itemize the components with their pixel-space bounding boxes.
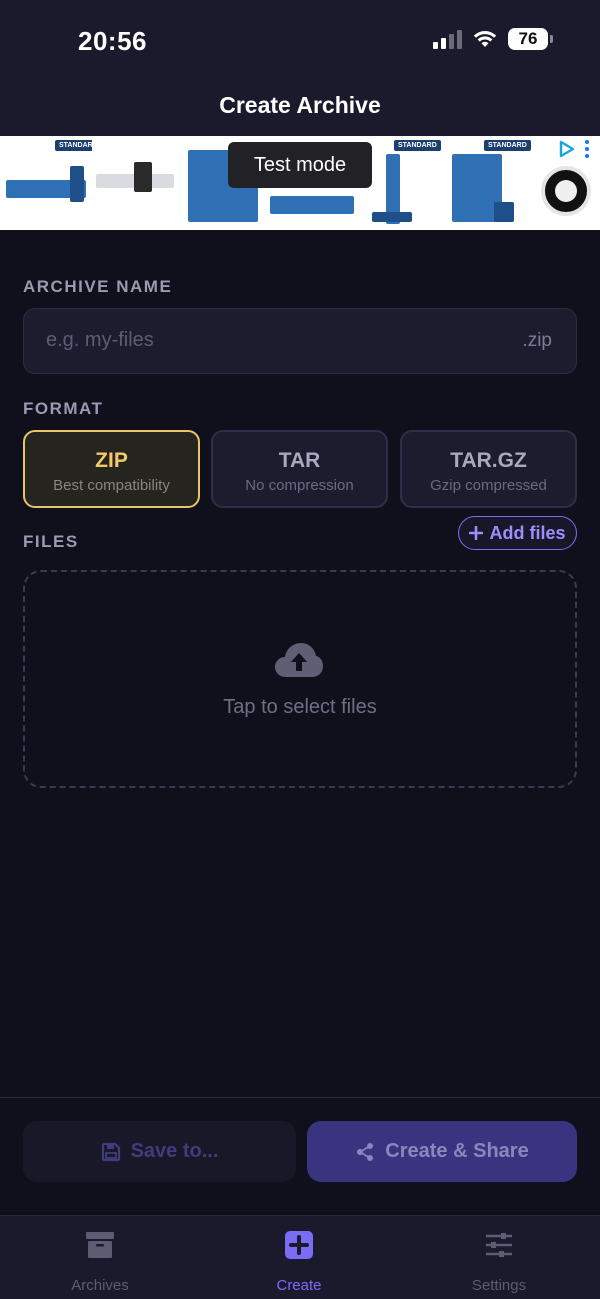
ad-tile	[92, 136, 178, 230]
add-files-button[interactable]: Add files	[458, 516, 577, 550]
cloud-upload-icon	[275, 643, 323, 677]
ad-tile: STANDARD	[444, 136, 538, 230]
ad-logo-icon	[541, 166, 591, 216]
tab-create[interactable]: Create	[234, 1230, 364, 1294]
archive-extension: .zip	[522, 330, 552, 351]
plus-square-icon	[285, 1231, 313, 1259]
archive-name-field[interactable]: .zip	[23, 308, 577, 374]
create-share-label: Create & Share	[385, 1140, 529, 1162]
plus-icon	[469, 526, 484, 540]
sliders-icon	[486, 1233, 512, 1257]
battery-icon: 76	[508, 28, 553, 50]
cellular-signal-icon	[433, 29, 462, 49]
ad-tile-tag: STANDARD	[484, 140, 531, 151]
save-icon	[101, 1142, 120, 1161]
format-option-title: TAR	[278, 449, 321, 472]
wifi-icon	[473, 31, 497, 47]
format-option-subtitle: Gzip compressed	[430, 477, 547, 494]
test-mode-badge: Test mode	[228, 142, 372, 188]
ad-tile-tag: STANDARD	[394, 140, 441, 151]
format-option-title: TAR.GZ	[450, 449, 527, 472]
create-share-button[interactable]: Create & Share	[307, 1121, 577, 1182]
ad-choices-icon[interactable]	[558, 140, 576, 158]
tab-create-label: Create	[276, 1277, 322, 1294]
archive-box-icon	[86, 1232, 114, 1258]
status-time: 20:56	[78, 26, 147, 56]
tab-archives-label: Archives	[71, 1277, 129, 1294]
save-to-label: Save to...	[130, 1140, 219, 1162]
add-files-label: Add files	[489, 522, 566, 543]
format-option-title: ZIP	[95, 449, 128, 472]
format-option-tar[interactable]: TAR No compression	[211, 430, 388, 508]
format-option-subtitle: No compression	[245, 477, 354, 494]
tab-archives[interactable]: Archives	[35, 1230, 165, 1294]
tab-settings-label: Settings	[471, 1277, 527, 1294]
tab-settings[interactable]: Settings	[434, 1230, 564, 1294]
archive-name-input[interactable]	[46, 309, 506, 372]
drop-zone-hint: Tap to select files	[223, 696, 377, 718]
format-option-zip[interactable]: ZIP Best compatibility	[23, 430, 200, 508]
ad-tile: STANDARD	[0, 136, 102, 230]
files-label: FILES	[23, 532, 79, 551]
format-option-tar-gz[interactable]: TAR.GZ Gzip compressed	[400, 430, 577, 508]
status-icons: 76	[433, 28, 553, 50]
ad-more-icon[interactable]	[585, 140, 589, 158]
format-label: FORMAT	[23, 399, 104, 418]
save-to-button[interactable]: Save to...	[23, 1121, 296, 1182]
share-icon	[357, 1142, 374, 1161]
file-drop-zone[interactable]	[23, 570, 577, 788]
page-title: Create Archive	[219, 92, 381, 118]
archive-name-label: ARCHIVE NAME	[23, 277, 173, 296]
format-option-subtitle: Best compatibility	[53, 477, 170, 494]
